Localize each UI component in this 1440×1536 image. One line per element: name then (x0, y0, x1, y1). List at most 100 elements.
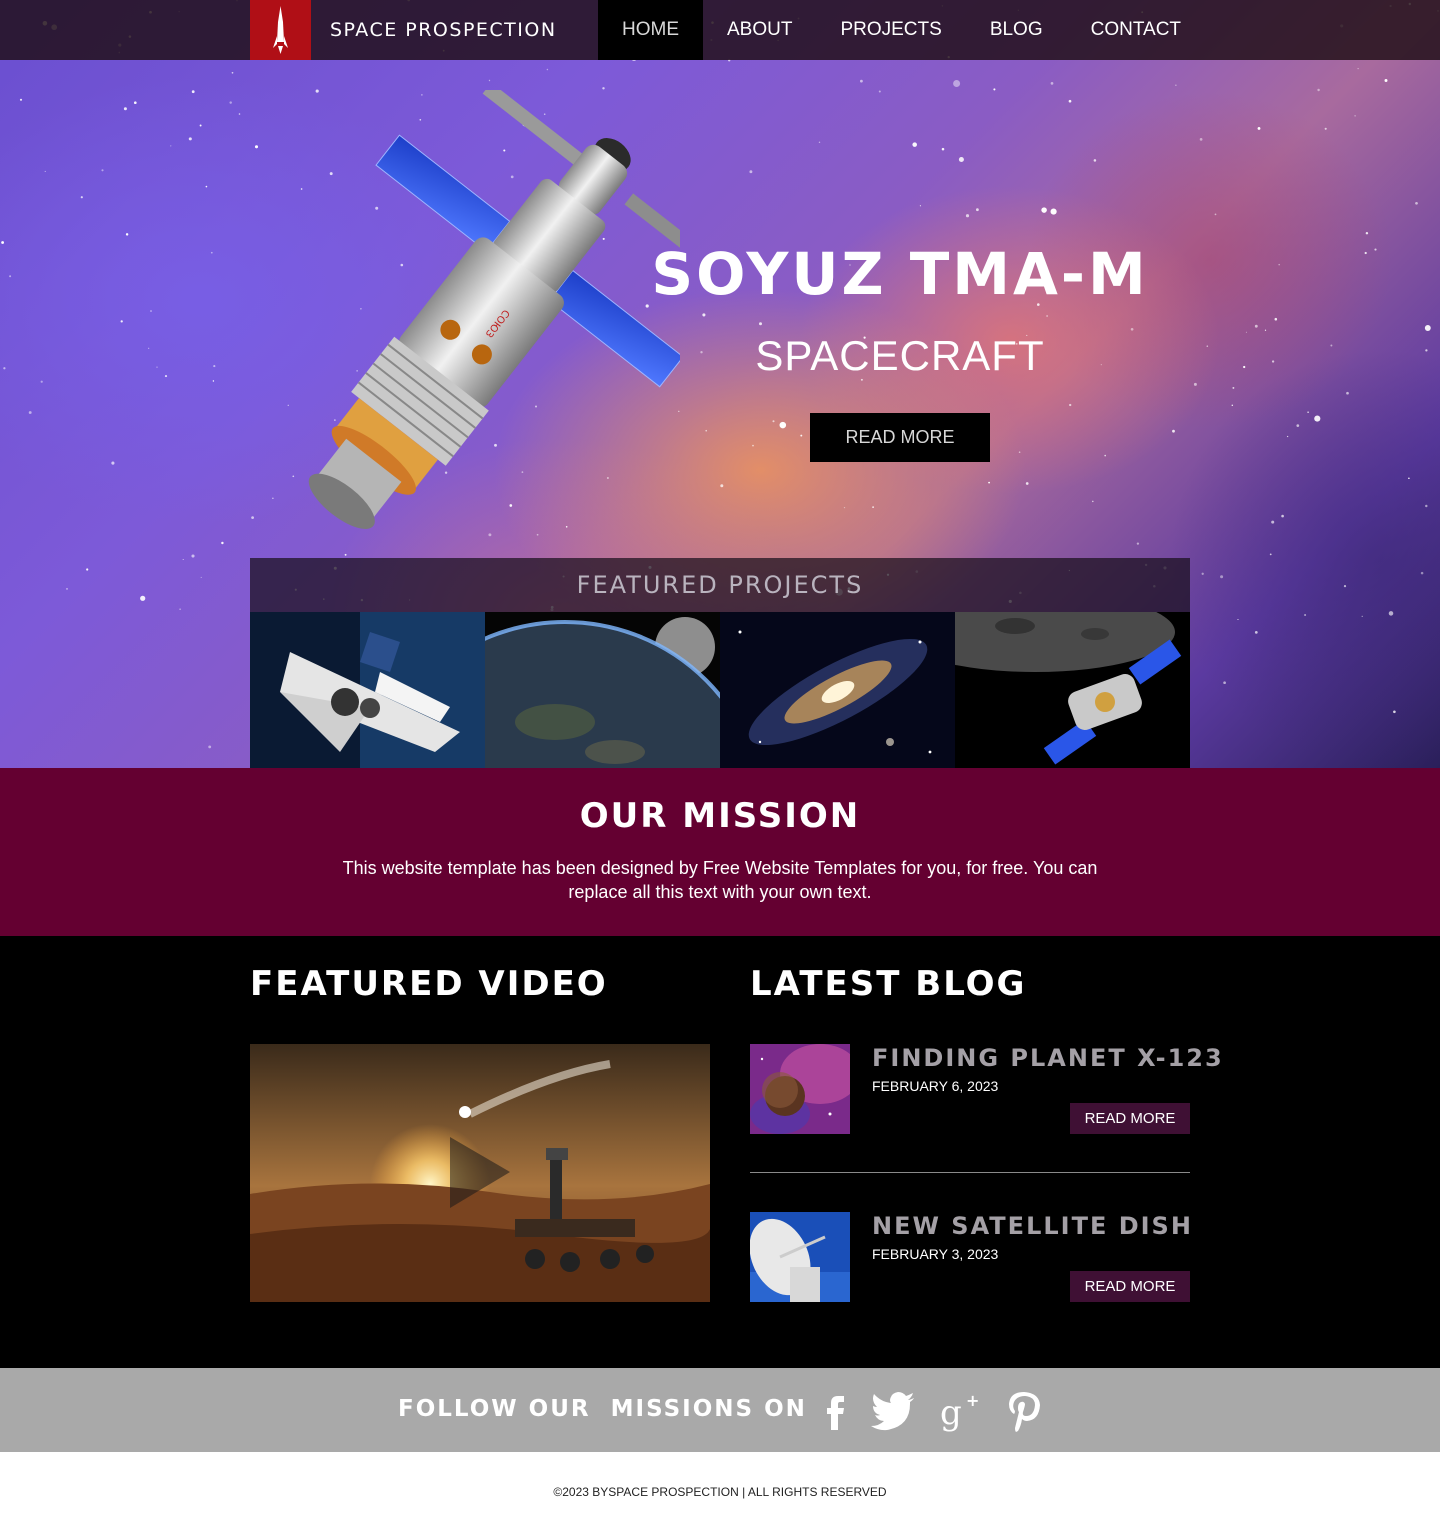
featured-projects-title: FEATURED PROJECTS (576, 571, 864, 599)
hero-subtitle: SPACECRAFT (755, 332, 1045, 379)
google-plus-icon[interactable]: g + (938, 1388, 984, 1434)
star (1050, 208, 1057, 215)
star (1384, 79, 1388, 82)
svg-text:g: g (940, 1393, 962, 1433)
star (705, 429, 707, 432)
twitter-icon[interactable] (870, 1388, 916, 1434)
satellite-dish-image (750, 1212, 850, 1302)
star (749, 170, 753, 174)
star (148, 347, 150, 349)
space-shuttle-image (250, 612, 485, 768)
mission-text: This website template has been designed … (342, 858, 1098, 902)
star (1069, 403, 1072, 407)
rocket-icon (273, 6, 288, 54)
earth-horizon-image (485, 612, 720, 768)
star (860, 79, 863, 83)
star (3, 367, 6, 370)
star (231, 71, 234, 74)
star (1172, 429, 1175, 433)
star (1361, 615, 1363, 617)
star (1346, 391, 1349, 395)
blog-post: NEW SATELLITE DISH FEBRUARY 3, 2023 READ… (750, 1212, 1193, 1302)
star (1420, 571, 1424, 575)
star (1254, 631, 1258, 634)
star (229, 101, 232, 104)
planet-image (750, 1044, 850, 1134)
star (212, 380, 215, 382)
blog-thumbnail-planet[interactable] (750, 1044, 850, 1134)
star (1304, 613, 1307, 617)
mission-title: OUR MISSION (579, 796, 861, 836)
blog-read-more-button[interactable]: READ MORE (1070, 1103, 1190, 1134)
copyright-text: ©2023 BYSPACE PROSPECTION | ALL RIGHTS R… (553, 1485, 887, 1499)
nav-home[interactable]: HOME (598, 0, 703, 60)
star (1136, 542, 1140, 545)
star (1193, 382, 1197, 386)
nav-blog[interactable]: BLOG (966, 0, 1067, 60)
hero-read-more-button[interactable]: READ MORE (810, 413, 990, 462)
star (1050, 82, 1054, 85)
satellite-moon-image (955, 612, 1190, 768)
star (1257, 126, 1261, 130)
star (150, 310, 152, 312)
star (1286, 435, 1289, 438)
star (546, 68, 549, 71)
hero-title: SOYUZ TMA-M (651, 240, 1149, 308)
project-earth[interactable] (485, 612, 720, 768)
blog-post-title[interactable]: NEW SATELLITE DISH (872, 1212, 1193, 1240)
star (800, 434, 803, 437)
star (1364, 251, 1367, 255)
star (988, 481, 990, 484)
star (1093, 159, 1097, 162)
project-space-shuttle[interactable] (250, 612, 485, 768)
mission-section: OUR MISSION This website template has be… (0, 768, 1440, 936)
star (1130, 327, 1134, 331)
blog-divider (750, 1172, 1190, 1173)
blog-post-date: FEBRUARY 3, 2023 (872, 1246, 999, 1262)
star (878, 90, 881, 93)
project-satellite-moon[interactable] (955, 612, 1190, 768)
star (19, 98, 23, 101)
star (200, 576, 202, 578)
star (759, 322, 762, 326)
latest-blog-title: LATEST BLOG (750, 964, 1027, 1004)
star (1354, 115, 1356, 117)
nav-about[interactable]: ABOUT (703, 0, 816, 60)
star (941, 147, 945, 151)
blog-read-more-button[interactable]: READ MORE (1070, 1271, 1190, 1302)
star (111, 461, 115, 465)
star (1388, 611, 1394, 616)
blog-thumbnail-satellite-dish[interactable] (750, 1212, 850, 1302)
star (1220, 575, 1224, 579)
nav-contact[interactable]: CONTACT (1067, 0, 1205, 60)
featured-video-player[interactable] (250, 1044, 710, 1302)
star (1104, 454, 1106, 457)
star (1025, 482, 1029, 485)
star (1046, 315, 1048, 317)
star (912, 142, 917, 147)
star (1223, 681, 1226, 685)
facebook-icon[interactable] (812, 1388, 858, 1434)
star (179, 608, 181, 610)
star (1393, 710, 1396, 714)
star (1231, 404, 1234, 407)
footer: ©2023 BYSPACE PROSPECTION | ALL RIGHTS R… (0, 1452, 1440, 1536)
star (1237, 618, 1239, 621)
blog-post-title[interactable]: FINDING PLANET X-123 (872, 1044, 1224, 1072)
nav-projects[interactable]: PROJECTS (816, 0, 965, 60)
brand-name: SPACE PROSPECTION (330, 19, 557, 41)
pinterest-icon[interactable] (1002, 1388, 1048, 1434)
hero-section: СОЮЗ SOYUZ TMA-M SPACECRAFT READ MORE FE… (0, 0, 1440, 768)
star (208, 745, 212, 749)
star (133, 101, 137, 105)
logo[interactable] (250, 0, 311, 60)
project-galaxy[interactable] (720, 612, 955, 768)
star (221, 541, 224, 545)
star (1092, 500, 1094, 503)
star (1307, 411, 1309, 413)
star (182, 558, 184, 561)
top-navigation-bar: SPACE PROSPECTION HOME ABOUT PROJECTS BL… (0, 0, 1440, 60)
star (191, 554, 195, 558)
featured-projects-header: FEATURED PROJECTS (250, 558, 1190, 612)
star (1201, 572, 1204, 575)
